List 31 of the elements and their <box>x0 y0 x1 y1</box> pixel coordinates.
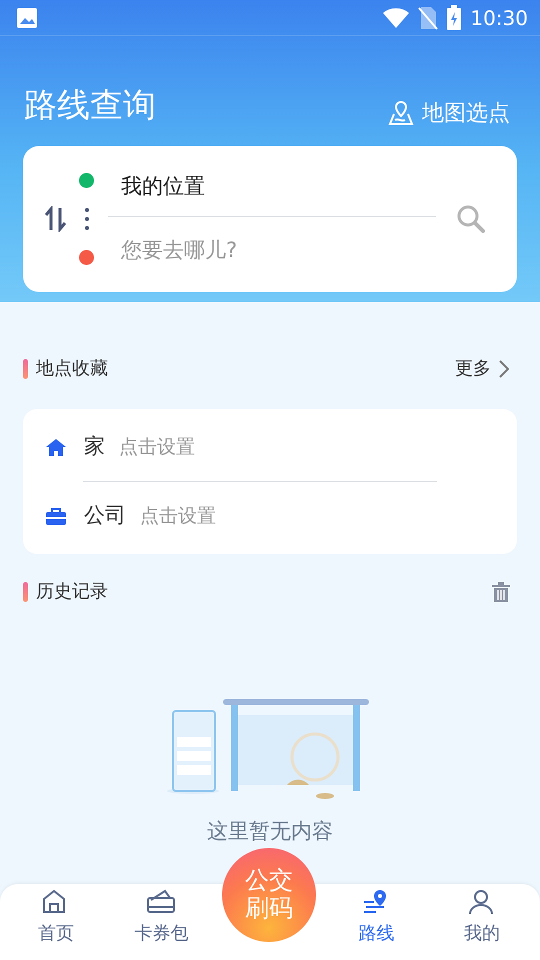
tab[interactable]: 首页 <box>8 884 104 960</box>
trash-icon[interactable] <box>492 582 510 602</box>
destination-dot <box>79 250 94 264</box>
section-title: 地点收藏 <box>36 357 108 381</box>
tab[interactable]: 路线 <box>328 884 425 960</box>
status-time: 10:30 <box>470 4 528 32</box>
chevron-right-icon <box>499 360 509 378</box>
tab[interactable]: 卡券包 <box>113 884 210 960</box>
briefcase-icon <box>46 507 66 525</box>
favorite-row[interactable]: 公司 点击设置 <box>23 482 517 550</box>
empty-message: 这里暂无内容 <box>206 819 334 844</box>
section-title: 历史记录 <box>36 580 108 604</box>
home-icon <box>46 438 66 456</box>
page-title: 路线查询 <box>24 84 156 126</box>
ticket-icon <box>146 888 176 916</box>
map-pin-icon <box>388 100 414 126</box>
search-icon[interactable] <box>456 204 486 234</box>
no-sim-icon <box>418 6 438 30</box>
section-marker <box>23 582 28 602</box>
origin-dot <box>79 172 94 188</box>
dots-icon <box>84 208 88 230</box>
section-marker <box>23 358 28 378</box>
more-button[interactable]: 更多 <box>454 354 510 383</box>
destination-field[interactable]: 您要去哪儿? <box>121 235 421 266</box>
swap-icon[interactable] <box>45 206 67 232</box>
wifi-icon <box>382 6 410 28</box>
origin-field[interactable]: 我的位置 <box>108 170 436 216</box>
image-icon <box>16 6 38 28</box>
battery-icon <box>446 4 462 30</box>
favorite-row[interactable]: 家 点击设置 <box>23 413 517 481</box>
tab[interactable]: 我的 <box>434 884 530 960</box>
